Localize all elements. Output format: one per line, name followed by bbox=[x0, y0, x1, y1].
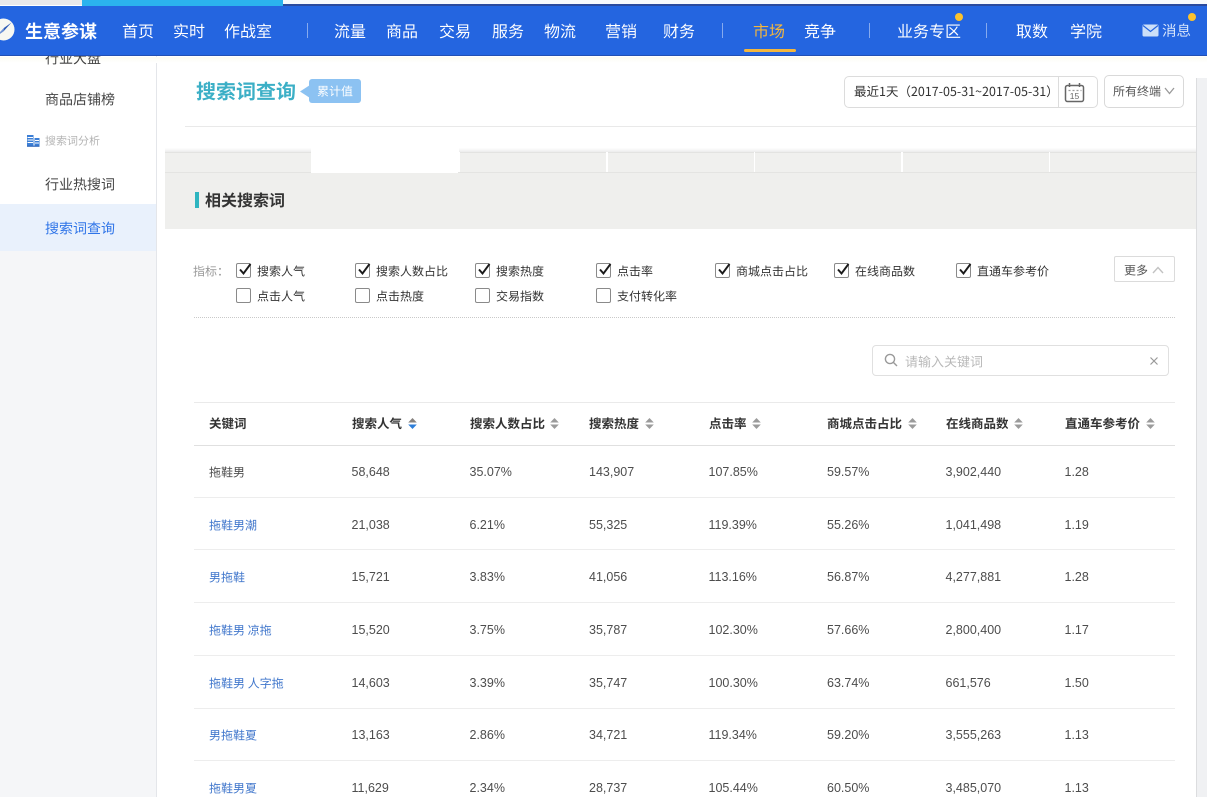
svg-text:15: 15 bbox=[1070, 91, 1080, 101]
